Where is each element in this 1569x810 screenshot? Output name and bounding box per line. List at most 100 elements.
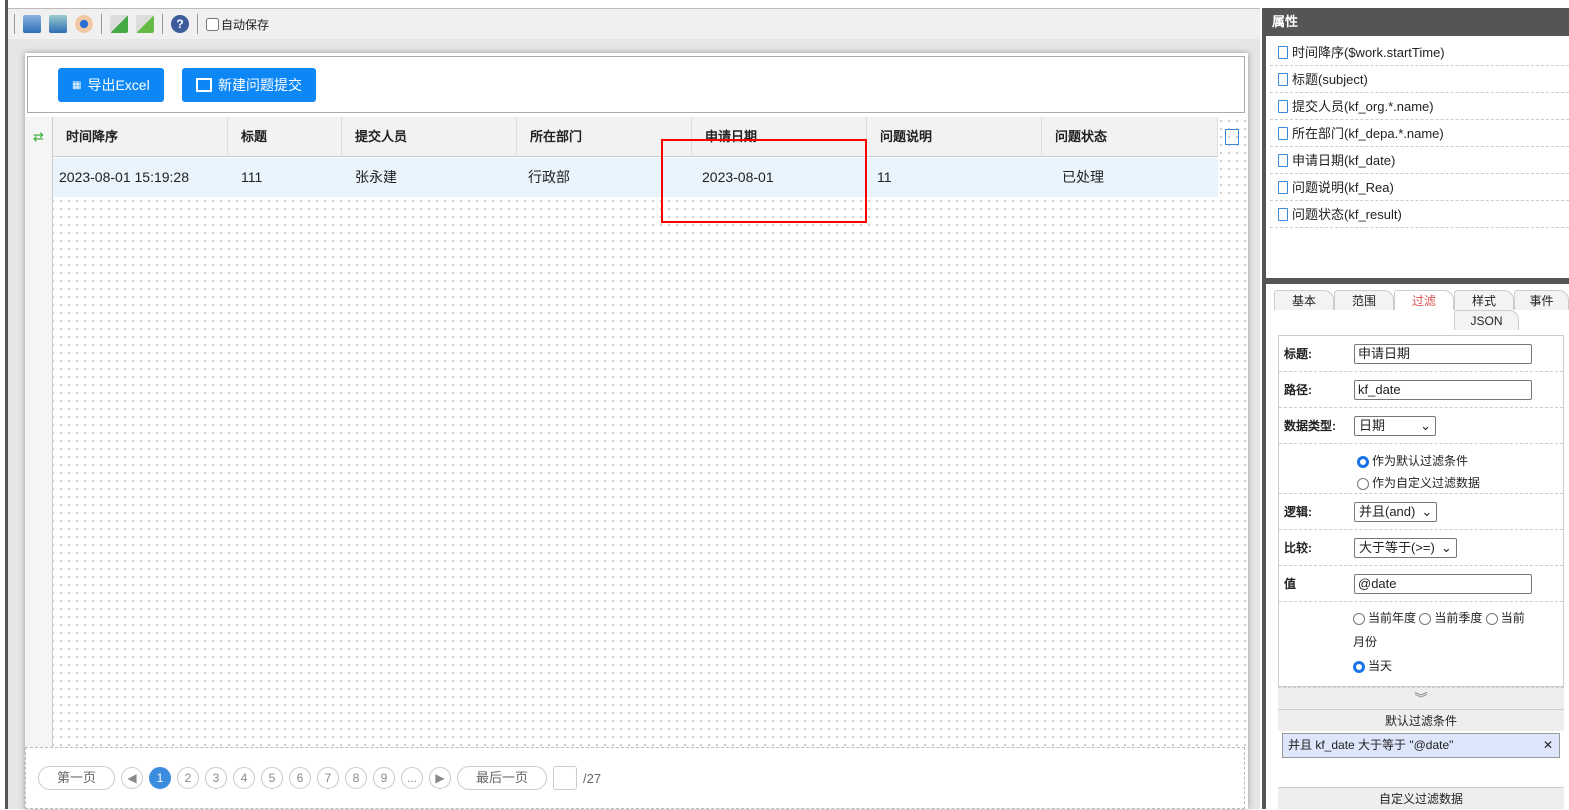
page-button[interactable]: 2	[177, 767, 200, 789]
help-icon[interactable]: ?	[171, 15, 189, 33]
field-item[interactable]: 问题状态(kf_result)	[1270, 201, 1569, 228]
radio-label: 当前季度	[1434, 611, 1483, 625]
close-icon[interactable]: ✕	[1543, 734, 1553, 757]
default-section-title: 默认过滤条件	[1278, 709, 1564, 731]
page-button[interactable]: 5	[261, 767, 284, 789]
field-label: 提交人员(kf_org.*.name)	[1292, 99, 1434, 114]
export-excel-button[interactable]: ▦ 导出Excel	[58, 68, 164, 102]
expand-icon[interactable]: ︾	[1278, 687, 1564, 709]
next-page-button[interactable]: ▶	[429, 767, 452, 789]
page-button[interactable]: 6	[289, 767, 312, 789]
chevron-down-icon: ⌄	[1440, 539, 1452, 555]
tab-json[interactable]: JSON	[1454, 310, 1519, 330]
compare-value: 大于等于(>=)	[1359, 539, 1435, 555]
filter-form: 标题: 申请日期 路径: kf_date 数据类型: 日期 ⌄ 作为默认过滤条件 作为自…	[1278, 335, 1564, 687]
col-header[interactable]: 问题状态	[1042, 117, 1218, 157]
field-label: 时间降序($work.startTime)	[1292, 45, 1445, 60]
chevron-down-icon: ⌄	[1420, 417, 1431, 433]
tab-basic[interactable]: 基本	[1274, 290, 1334, 310]
autosave-check[interactable]	[206, 17, 219, 31]
chevron-down-icon: ⌄	[1421, 503, 1433, 519]
field-icon	[1278, 46, 1288, 59]
col-header[interactable]: 时间降序	[53, 117, 228, 157]
panel-divider[interactable]	[1266, 278, 1569, 284]
field-label: 问题状态(kf_result)	[1292, 207, 1402, 222]
tab-events[interactable]: 事件	[1514, 290, 1569, 310]
table-row[interactable]: 2023-08-01 15:19:28 111 张永建 行政部 2023-08-…	[53, 158, 1218, 197]
field-item[interactable]: 问题说明(kf_Rea)	[1270, 174, 1569, 201]
page-input[interactable]	[553, 766, 578, 790]
page-button[interactable]: 4	[233, 767, 256, 789]
field-label: 问题说明(kf_Rea)	[1292, 180, 1394, 195]
radio-year[interactable]: 当前年度	[1353, 611, 1416, 625]
refresh-icon[interactable]: ⇄	[25, 117, 52, 157]
default-filter-item[interactable]: 并且 kf_date 大于等于 "@date" ✕	[1282, 733, 1560, 758]
compare-label: 比较:	[1284, 541, 1312, 555]
field-list: 时间降序($work.startTime) 标题(subject) 提交人员(k…	[1270, 39, 1569, 228]
logic-label: 逻辑:	[1284, 505, 1312, 519]
field-item[interactable]: 时间降序($work.startTime)	[1270, 39, 1569, 66]
custom-section-title: 自定义过滤数据	[1278, 787, 1564, 809]
save-icon[interactable]	[23, 15, 41, 33]
radio-custom[interactable]: 作为自定义过滤数据	[1357, 472, 1563, 494]
list-panel: ▦ 导出Excel 新建问题提交 ⇄ 时间降序 标题 提交人员 所在部门 申请日期…	[25, 53, 1248, 809]
value-label: 值	[1284, 577, 1297, 591]
field-item[interactable]: 提交人员(kf_org.*.name)	[1270, 93, 1569, 120]
autosave-checkbox[interactable]: 自动保存	[206, 16, 269, 33]
radio-quarter[interactable]: 当前季度	[1419, 611, 1482, 625]
radio-default[interactable]: 作为默认过滤条件	[1357, 450, 1563, 472]
properties-title: 属性	[1266, 8, 1569, 36]
export-icon[interactable]	[110, 15, 128, 33]
page-button[interactable]: 7	[317, 767, 340, 789]
export-label: 导出Excel	[87, 77, 150, 93]
page-button[interactable]: 8	[345, 767, 368, 789]
col-header[interactable]: 提交人员	[342, 117, 517, 157]
path-label: 路径:	[1284, 383, 1312, 397]
field-label: 申请日期(kf_date)	[1292, 153, 1396, 168]
cell: 张永建	[355, 169, 397, 185]
field-label: 所在部门(kf_depa.*.name)	[1292, 126, 1444, 141]
field-item[interactable]: 所在部门(kf_depa.*.name)	[1270, 120, 1569, 147]
field-icon	[1278, 208, 1288, 221]
preview-icon[interactable]	[75, 15, 93, 33]
radio-icon	[1353, 660, 1365, 673]
logic-select[interactable]: 并且(and) ⌄	[1354, 501, 1438, 522]
tab-scope[interactable]: 范围	[1334, 290, 1394, 310]
new-label: 新建问题提交	[218, 77, 302, 93]
page-total: /27	[583, 770, 602, 786]
field-icon	[1278, 154, 1288, 167]
first-page-button[interactable]: 第一页	[38, 766, 116, 790]
radio-today[interactable]: 当天	[1353, 654, 1563, 678]
page-button[interactable]: 9	[373, 767, 396, 789]
last-page-button[interactable]: 最后一页	[457, 766, 548, 790]
grid-gutter: ⇄	[25, 117, 53, 747]
tab-style[interactable]: 样式	[1454, 290, 1514, 310]
title-input[interactable]: 申请日期	[1354, 343, 1532, 364]
type-label: 数据类型:	[1284, 419, 1336, 433]
import-icon[interactable]	[136, 15, 154, 33]
date-shortcuts: 当前年度 当前季度 当前 月份 当天	[1279, 602, 1563, 678]
page-button[interactable]: 3	[205, 767, 228, 789]
path-input[interactable]: kf_date	[1354, 379, 1532, 400]
save-as-icon[interactable]	[49, 15, 67, 33]
type-select[interactable]: 日期 ⌄	[1354, 415, 1436, 436]
excel-icon: ▦	[72, 79, 82, 91]
col-header[interactable]: 问题说明	[867, 117, 1042, 157]
tab-filter[interactable]: 过滤	[1394, 290, 1454, 310]
page-ellipsis[interactable]: ...	[401, 767, 424, 789]
field-item[interactable]: 申请日期(kf_date)	[1270, 147, 1569, 174]
field-icon	[1278, 73, 1288, 86]
autosave-label: 自动保存	[221, 17, 270, 32]
value-input[interactable]: @date	[1354, 573, 1532, 594]
compare-select[interactable]: 大于等于(>=) ⌄	[1354, 537, 1457, 558]
column-add-icon[interactable]	[1225, 129, 1239, 145]
cell: 11	[877, 169, 892, 185]
field-label: 标题(subject)	[1292, 72, 1368, 87]
new-issue-button[interactable]: 新建问题提交	[182, 68, 316, 102]
prev-page-button[interactable]: ◀	[121, 767, 144, 789]
page-button[interactable]: 1	[149, 767, 172, 789]
col-header[interactable]: 标题	[228, 117, 342, 157]
radio-month[interactable]: 当前	[1485, 611, 1525, 625]
field-item[interactable]: 标题(subject)	[1270, 66, 1569, 93]
toolbar: ? 自动保存	[8, 9, 1260, 39]
